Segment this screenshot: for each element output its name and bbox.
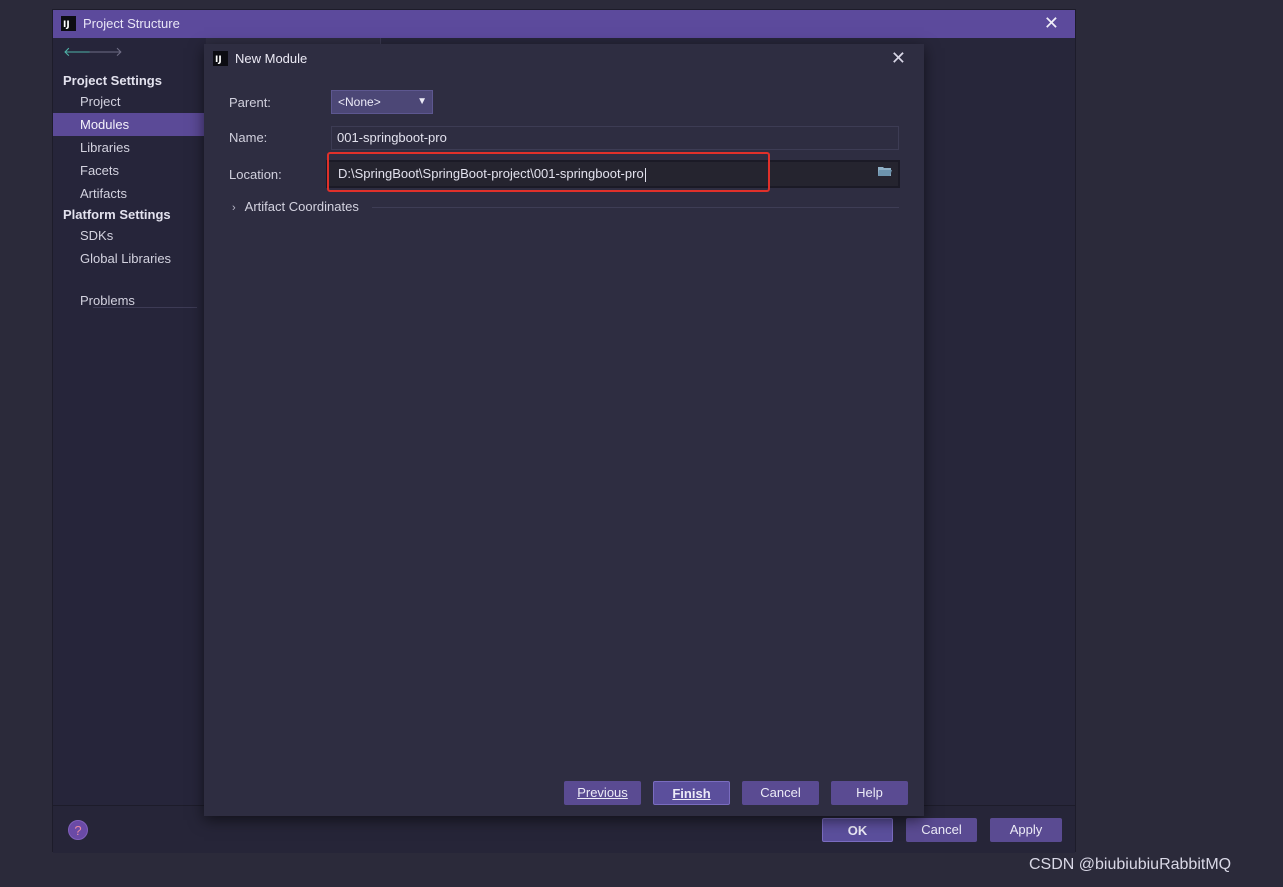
previous-button-label: Previous (577, 785, 628, 800)
new-module-dialog: IJ New Module ✕ Parent: <None> ▼ Name: 0… (204, 44, 924, 816)
ok-button[interactable]: OK (822, 818, 893, 842)
intellij-logo-icon: IJ (61, 16, 76, 31)
sidebar-item-project[interactable]: Project (53, 90, 205, 113)
location-label: Location: (229, 167, 282, 182)
cancel-button[interactable]: Cancel (906, 818, 977, 842)
help-icon[interactable]: ? (68, 820, 88, 840)
sidebar-item-facets[interactable]: Facets (53, 159, 205, 182)
artifact-coordinates-label: Artifact Coordinates (244, 199, 359, 214)
name-label: Name: (229, 130, 268, 145)
sidebar-item-problems[interactable]: Problems (53, 289, 205, 312)
dialog-title: New Module (235, 51, 308, 66)
finish-button[interactable]: Finish (653, 781, 730, 805)
project-settings-heading: Project Settings (63, 73, 162, 88)
folder-icon[interactable] (878, 166, 892, 176)
forward-arrow-icon[interactable]: 🡒 (88, 44, 123, 60)
location-field[interactable]: D:\SpringBoot\SpringBoot-project\001-spr… (326, 160, 900, 188)
sidebar-item-global-libraries[interactable]: Global Libraries (53, 247, 205, 270)
platform-settings-heading: Platform Settings (63, 207, 171, 222)
sidebar-item-libraries[interactable]: Libraries (53, 136, 205, 159)
title-bar: IJ Project Structure ✕ (53, 10, 1075, 38)
section-divider (372, 207, 899, 208)
location-field-value: D:\SpringBoot\SpringBoot-project\001-spr… (338, 166, 644, 181)
close-icon[interactable]: ✕ (891, 48, 906, 69)
name-field-value: 001-springboot-pro (337, 130, 447, 145)
name-field[interactable]: 001-springboot-pro (331, 126, 899, 150)
watermark: CSDN @biubiubiuRabbitMQ (1029, 856, 1232, 873)
help-button[interactable]: Help (831, 781, 908, 805)
intellij-logo-icon: IJ (213, 51, 228, 66)
parent-select[interactable]: <None> ▼ (331, 90, 433, 114)
sidebar-item-sdks[interactable]: SDKs (53, 224, 205, 247)
text-caret (644, 167, 646, 182)
parent-label: Parent: (229, 95, 271, 110)
apply-button[interactable]: Apply (990, 818, 1062, 842)
sidebar-item-artifacts[interactable]: Artifacts (53, 182, 205, 205)
sidebar: 🡐 🡒 Project Settings Project Modules Lib… (53, 38, 205, 805)
previous-button[interactable]: Previous (564, 781, 641, 805)
sidebar-item-modules[interactable]: Modules (53, 113, 205, 136)
window-title: Project Structure (83, 16, 180, 31)
dialog-cancel-button[interactable]: Cancel (742, 781, 819, 805)
chevron-right-icon: › (232, 202, 236, 214)
finish-button-label: Finish (672, 786, 711, 801)
close-icon[interactable]: ✕ (1044, 13, 1059, 34)
artifact-coordinates-toggle[interactable]: › Artifact Coordinates (232, 199, 359, 214)
dropdown-arrow-icon: ▼ (417, 96, 427, 107)
parent-select-value: <None> (338, 95, 381, 109)
